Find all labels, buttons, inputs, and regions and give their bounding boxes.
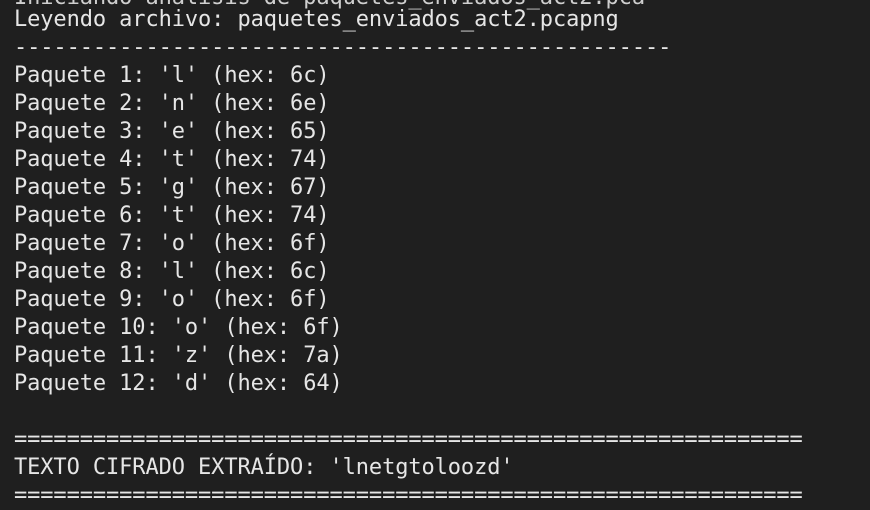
packet-line: Paquete 7: 'o' (hex: 6f)	[14, 231, 330, 256]
equals-separator-top: ========================================…	[14, 427, 803, 452]
packet-line: Paquete 4: 't' (hex: 74)	[14, 147, 330, 172]
reading-file-line: Leyendo archivo: paquetes_enviados_act2.…	[14, 7, 619, 32]
packet-line: Paquete 5: 'g' (hex: 67)	[14, 175, 330, 200]
packet-line: Paquete 3: 'e' (hex: 65)	[14, 119, 330, 144]
packet-line: Paquete 2: 'n' (hex: 6e)	[14, 91, 330, 116]
packet-line: Paquete 1: 'l' (hex: 6c)	[14, 63, 330, 88]
packet-line: Paquete 12: 'd' (hex: 64)	[14, 371, 343, 396]
packet-line: Paquete 8: 'l' (hex: 6c)	[14, 259, 330, 284]
terminal-output[interactable]: Iniciando análisis de paquetes_enviados_…	[0, 0, 870, 510]
packet-line: Paquete 10: 'o' (hex: 6f)	[14, 315, 343, 340]
result-line: TEXTO CIFRADO EXTRAÍDO: 'lnetgtoloozd'	[14, 455, 514, 480]
dash-separator: ----------------------------------------…	[14, 35, 672, 60]
equals-separator-bottom: ========================================…	[14, 483, 803, 508]
packet-line: Paquete 11: 'z' (hex: 7a)	[14, 343, 343, 368]
packet-line: Paquete 9: 'o' (hex: 6f)	[14, 287, 330, 312]
packet-line: Paquete 6: 't' (hex: 74)	[14, 203, 330, 228]
